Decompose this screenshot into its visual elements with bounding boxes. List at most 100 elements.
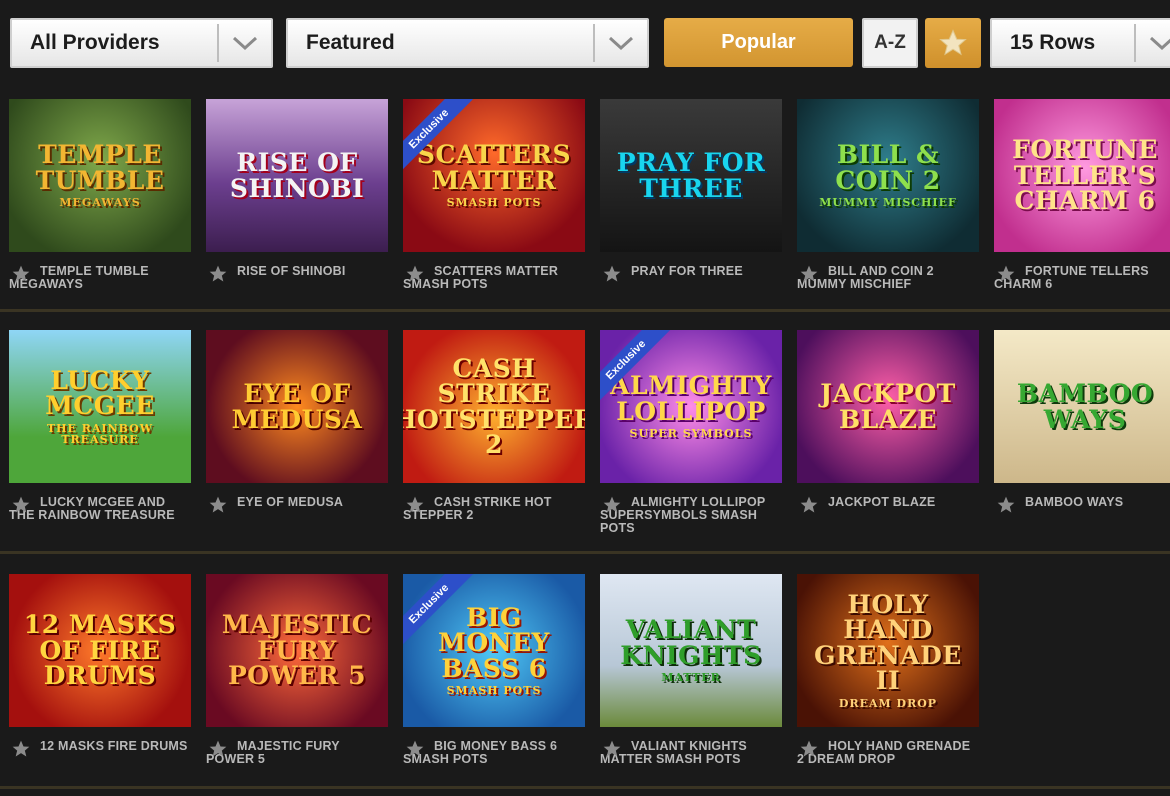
game-thumbnail[interactable]: Holy Hand Grenade II Dream Drop (797, 574, 979, 727)
provider-select[interactable]: All Providers (10, 18, 273, 68)
favorite-star-icon[interactable] (996, 264, 1016, 284)
game-thumbnail[interactable]: Pray for Three (600, 99, 782, 252)
game-logo-text: Scatters Matter (416, 140, 572, 195)
favorite-star-icon[interactable] (996, 495, 1016, 515)
favorite-star-icon[interactable] (11, 739, 31, 759)
game-caption: LUCKY MCGEE AND THE RAINBOW TREASURE (9, 493, 191, 533)
game-title[interactable]: FORTUNE TELLERS CHARM 6 (994, 262, 1170, 291)
sort-select[interactable]: Featured (286, 18, 649, 68)
game-logo-text: Almighty Lollipop (610, 371, 772, 426)
game-title[interactable]: VALIANT KNIGHTS MATTER SMASH POTS (600, 737, 782, 766)
game-thumbnail[interactable]: Lucky McGee The Rainbow Treasure (9, 330, 191, 483)
game-tile[interactable]: Majestic Fury Power 5 MAJESTIC FURY POWE… (206, 574, 388, 777)
game-title[interactable]: BIG MONEY BASS 6 SMASH POTS (403, 737, 585, 766)
game-title[interactable]: LUCKY MCGEE AND THE RAINBOW TREASURE (9, 493, 191, 522)
game-logo-text: Temple Tumble (35, 140, 165, 195)
favorite-star-icon[interactable] (602, 739, 622, 759)
favorite-star-icon[interactable] (799, 495, 819, 515)
popular-button[interactable]: Popular (664, 18, 853, 67)
game-title[interactable]: HOLY HAND GRENADE 2 DREAM DROP (797, 737, 979, 766)
sort-select-value: Featured (306, 31, 395, 54)
favorite-star-icon[interactable] (602, 495, 622, 515)
game-logo: Bamboo Ways (994, 381, 1170, 432)
game-logo: Big Money Bass 6 Smash Pots (403, 604, 585, 696)
game-tile[interactable]: Rise of Shinobi RISE OF SHINOBI (206, 99, 388, 302)
game-title[interactable]: CASH STRIKE HOT STEPPER 2 (403, 493, 585, 522)
game-tile[interactable]: Bill & Coin 2 Mummy Mischief BILL AND CO… (797, 99, 979, 302)
game-title[interactable]: MAJESTIC FURY POWER 5 (206, 737, 388, 766)
game-thumbnail[interactable]: 12 Masks of Fire Drums (9, 574, 191, 727)
game-tile[interactable]: Exclusive Big Money Bass 6 Smash Pots BI… (403, 574, 585, 777)
game-caption: SCATTERS MATTER SMASH POTS (403, 262, 585, 302)
game-tile[interactable]: Exclusive Scatters Matter Smash Pots SCA… (403, 99, 585, 302)
favorite-star-icon[interactable] (208, 495, 228, 515)
game-title[interactable]: ALMIGHTY LOLLIPOP SUPERSYMBOLS SMASH POT… (600, 493, 782, 535)
favorite-star-icon[interactable] (405, 739, 425, 759)
game-thumbnail[interactable]: Exclusive Scatters Matter Smash Pots (403, 99, 585, 252)
game-title[interactable]: BAMBOO WAYS (994, 493, 1170, 509)
provider-select-value: All Providers (30, 31, 160, 54)
game-thumbnail[interactable]: Rise of Shinobi (206, 99, 388, 252)
game-caption: BIG MONEY BASS 6 SMASH POTS (403, 737, 585, 777)
game-logo-text: Lucky McGee (45, 365, 155, 421)
game-title[interactable]: TEMPLE TUMBLE MEGAWAYS (9, 262, 191, 291)
game-tile[interactable]: Fortune Teller's Charm 6 FORTUNE TELLERS… (994, 99, 1170, 302)
game-tile[interactable]: Eye of Medusa EYE OF MEDUSA (206, 330, 388, 533)
chevron-down-icon[interactable] (219, 20, 271, 66)
game-thumbnail[interactable]: Bill & Coin 2 Mummy Mischief (797, 99, 979, 252)
game-title[interactable]: BILL AND COIN 2 MUMMY MISCHIEF (797, 262, 979, 291)
favorite-star-icon[interactable] (405, 495, 425, 515)
game-title[interactable]: RISE OF SHINOBI (206, 262, 388, 278)
game-tile[interactable]: 12 Masks of Fire Drums 12 MASKS FIRE DRU… (9, 574, 191, 777)
favorite-star-icon[interactable] (208, 739, 228, 759)
game-thumbnail[interactable]: Temple Tumble Megaways (9, 99, 191, 252)
rows-select[interactable]: 15 Rows (990, 18, 1170, 68)
game-tile[interactable]: Holy Hand Grenade II Dream Drop HOLY HAN… (797, 574, 979, 777)
game-caption: BILL AND COIN 2 MUMMY MISCHIEF (797, 262, 979, 302)
az-sort-button[interactable]: A-Z (862, 18, 918, 68)
game-tile[interactable]: Bamboo Ways BAMBOO WAYS (994, 330, 1170, 533)
game-caption: MAJESTIC FURY POWER 5 (206, 737, 388, 777)
game-logo: Scatters Matter Smash Pots (403, 142, 585, 208)
game-sublogo: Smash Pots (446, 196, 542, 210)
game-sublogo: Megaways (59, 196, 141, 210)
game-title[interactable]: EYE OF MEDUSA (206, 493, 388, 509)
favorite-star-icon[interactable] (602, 264, 622, 284)
game-tile[interactable]: Pray for Three PRAY FOR THREE (600, 99, 782, 302)
favorite-star-icon[interactable] (799, 739, 819, 759)
chevron-down-icon[interactable] (1136, 20, 1170, 66)
game-title[interactable]: SCATTERS MATTER SMASH POTS (403, 262, 585, 291)
game-caption: HOLY HAND GRENADE 2 DREAM DROP (797, 737, 979, 777)
favorite-star-icon[interactable] (11, 264, 31, 284)
favorite-star-icon[interactable] (11, 495, 31, 515)
game-thumbnail[interactable]: Eye of Medusa (206, 330, 388, 483)
game-tile[interactable]: Exclusive Almighty Lollipop Super Symbol… (600, 330, 782, 535)
game-logo: Pray for Three (600, 150, 782, 201)
game-title[interactable]: 12 MASKS FIRE DRUMS (9, 737, 191, 753)
game-logo-text: Jackpot Blaze (820, 379, 956, 434)
game-thumbnail[interactable]: Valiant Knights Matter (600, 574, 782, 727)
favorite-star-icon[interactable] (405, 264, 425, 284)
favorite-star-icon[interactable] (799, 264, 819, 284)
favorite-star-icon[interactable] (208, 264, 228, 284)
game-thumbnail[interactable]: Jackpot Blaze (797, 330, 979, 483)
game-tile[interactable]: Cash Strike Hotstepper 2 CASH STRIKE HOT… (403, 330, 585, 533)
game-tile[interactable]: Jackpot Blaze JACKPOT BLAZE (797, 330, 979, 533)
game-thumbnail[interactable]: Exclusive Big Money Bass 6 Smash Pots (403, 574, 585, 727)
game-thumbnail[interactable]: Bamboo Ways (994, 330, 1170, 483)
game-tile[interactable]: Temple Tumble Megaways TEMPLE TUMBLE MEG… (9, 99, 191, 302)
game-logo-text: 12 Masks of Fire Drums (23, 610, 177, 691)
game-thumbnail[interactable]: Majestic Fury Power 5 (206, 574, 388, 727)
game-logo-text: Fortune Teller's Charm 6 (1012, 135, 1158, 216)
chevron-down-icon[interactable] (595, 20, 647, 66)
game-tile[interactable]: Valiant Knights Matter VALIANT KNIGHTS M… (600, 574, 782, 777)
game-thumbnail[interactable]: Fortune Teller's Charm 6 (994, 99, 1170, 252)
rows-select-value: 15 Rows (1010, 31, 1096, 54)
favorites-filter-button[interactable] (925, 18, 981, 68)
game-thumbnail[interactable]: Exclusive Almighty Lollipop Super Symbol… (600, 330, 782, 483)
game-caption: ALMIGHTY LOLLIPOP SUPERSYMBOLS SMASH POT… (600, 493, 782, 535)
game-title[interactable]: JACKPOT BLAZE (797, 493, 979, 509)
game-thumbnail[interactable]: Cash Strike Hotstepper 2 (403, 330, 585, 483)
game-tile[interactable]: Lucky McGee The Rainbow Treasure LUCKY M… (9, 330, 191, 533)
game-title[interactable]: PRAY FOR THREE (600, 262, 782, 278)
